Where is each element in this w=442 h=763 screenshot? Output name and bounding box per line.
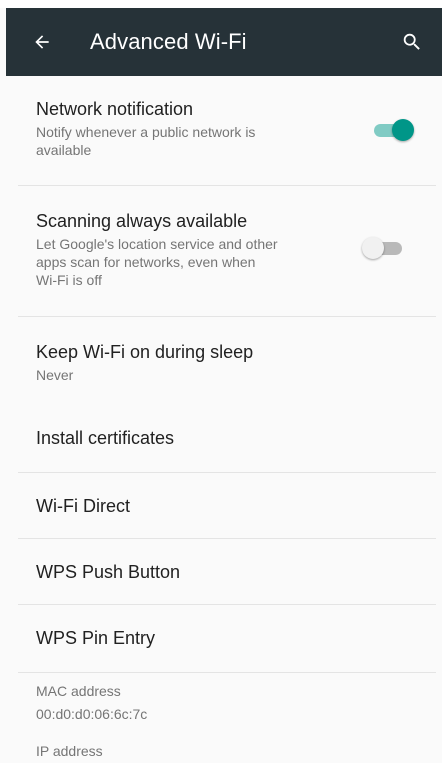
keep-wifi-title: Keep Wi-Fi on during sleep (36, 342, 254, 362)
ip-address-label: IP address (36, 743, 103, 759)
search-icon (403, 33, 420, 50)
scanning-title: Scanning always available (36, 211, 248, 231)
wps-push-button-item[interactable]: WPS Push Button (0, 539, 442, 605)
scanning-subtitle-line: Wi-Fi is off (36, 272, 102, 288)
switch-thumb (392, 119, 414, 141)
network-notification-switch[interactable] (370, 118, 414, 142)
wifi-direct-item[interactable]: Wi-Fi Direct (0, 473, 442, 539)
wps-pin-entry-title: WPS Pin Entry (36, 628, 156, 648)
arrow-back-icon (35, 35, 49, 49)
search-button[interactable] (398, 28, 426, 56)
network-notification-subtitle-line: Notify whenever a public network is (36, 124, 256, 140)
network-notification-subtitle-line: available (36, 142, 92, 158)
network-notification-title: Network notification (36, 99, 194, 119)
wifi-direct-title: Wi-Fi Direct (36, 496, 130, 516)
app-bar: Advanced Wi-Fi (6, 8, 442, 76)
page-title: Advanced Wi-Fi (90, 29, 247, 54)
network-notification-item[interactable]: Network notification Notify whenever a p… (0, 76, 442, 186)
wps-push-button-title: WPS Push Button (36, 562, 181, 582)
keep-wifi-value: Never (36, 367, 74, 383)
wps-pin-entry-item[interactable]: WPS Pin Entry (0, 605, 442, 673)
mac-address-label: MAC address (36, 683, 121, 699)
status-strip (0, 0, 442, 8)
install-certificates-item[interactable]: Install certificates (0, 405, 442, 473)
install-certificates-title: Install certificates (36, 428, 175, 448)
divider (18, 672, 436, 673)
back-button[interactable] (28, 28, 56, 56)
scanning-switch[interactable] (362, 236, 406, 260)
network-notification-subtitle: Notify whenever a public network is avai… (36, 123, 422, 159)
scanning-always-available-item[interactable]: Scanning always available Let Google's l… (0, 186, 442, 317)
switch-thumb (362, 237, 384, 259)
advanced-wifi-screen: Advanced Wi-Fi Network notification Noti… (0, 0, 442, 763)
settings-list: Network notification Notify whenever a p… (0, 76, 442, 673)
keep-wifi-on-sleep-item[interactable]: Keep Wi-Fi on during sleep Never (0, 317, 442, 405)
mac-address-value: 00:d0:d0:06:6c:7c (36, 706, 148, 722)
